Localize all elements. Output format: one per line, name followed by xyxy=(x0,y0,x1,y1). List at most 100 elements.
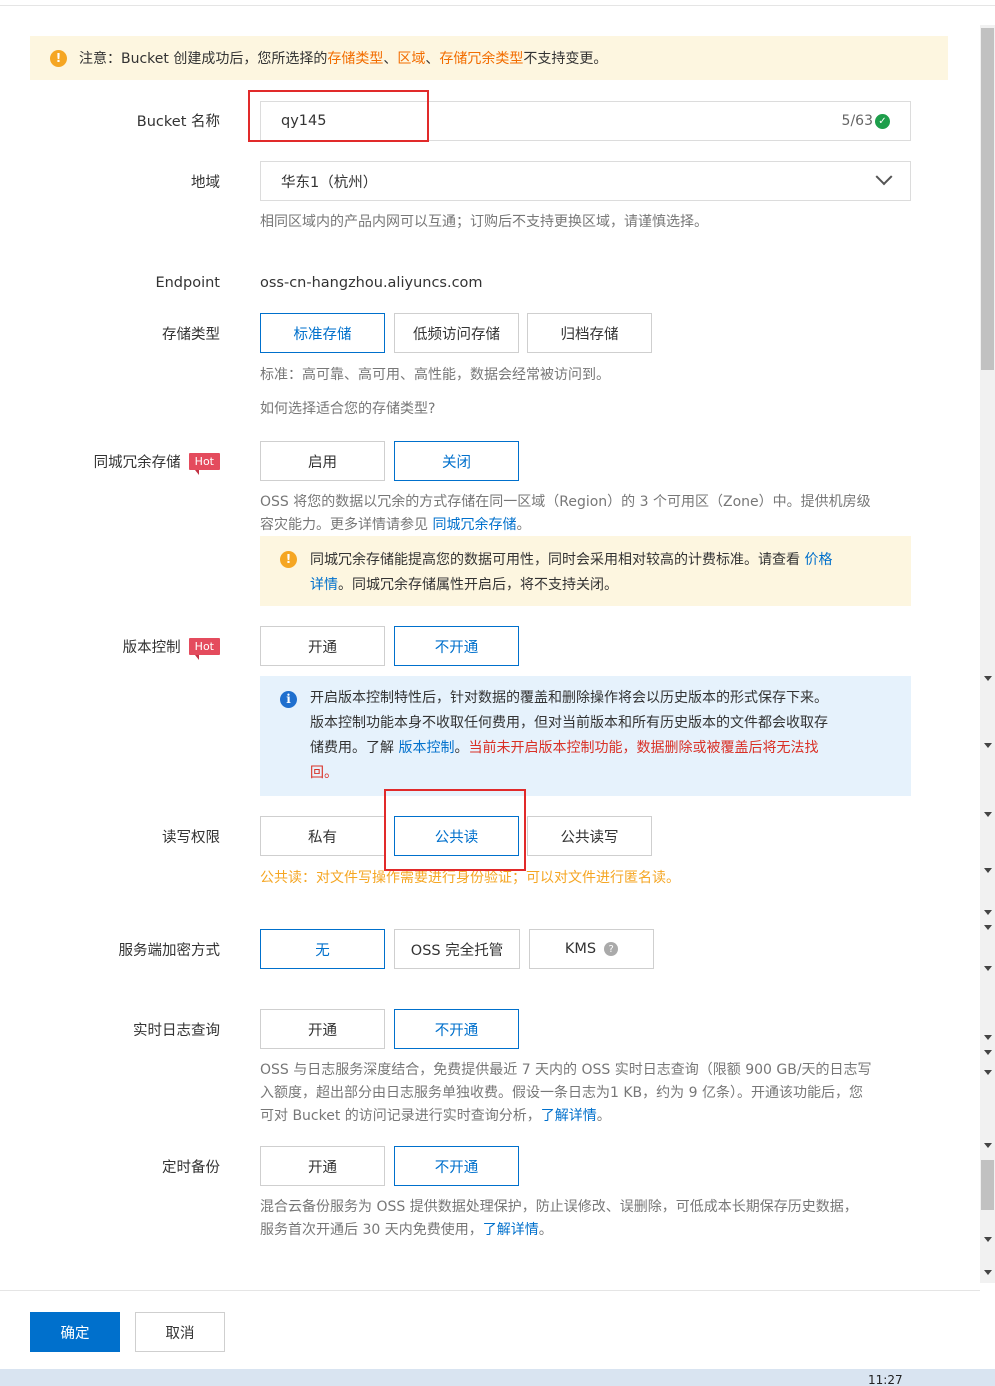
versioning-alert-mid: 。 xyxy=(454,740,469,756)
scroll-down-arrow-icon[interactable] xyxy=(984,676,992,681)
notice-sep: 、 xyxy=(425,51,440,67)
versioning-label-text: 版本控制 xyxy=(122,640,181,656)
realtime-log-enable[interactable]: 开通 xyxy=(260,1009,385,1049)
taskbar xyxy=(0,1369,995,1386)
scroll-down-arrow-icon[interactable] xyxy=(984,966,992,971)
scroll-down-arrow-icon[interactable] xyxy=(984,925,992,930)
storage-option-infrequent[interactable]: 低频访问存储 xyxy=(394,313,519,353)
scroll-down-arrow-icon[interactable] xyxy=(984,1143,992,1148)
versioning-disable[interactable]: 不开通 xyxy=(394,626,519,666)
versioning-alert-line3: 储费用。了解 版本控制。当前未开启版本控制功能，数据删除或被覆盖后将无法找 xyxy=(310,736,891,761)
zone-redundancy-label: 同城冗余存储 Hot xyxy=(93,451,220,475)
confirm-button[interactable]: 确定 xyxy=(30,1312,120,1352)
zone-redundancy-alert: ! 同城冗余存储能提高您的数据可用性，同时会采用相对较高的计费标准。请查看 价格… xyxy=(260,536,911,606)
realtime-log-label-text: 实时日志查询 xyxy=(133,1023,220,1039)
check-icon: ✓ xyxy=(875,113,890,129)
zone-redundancy-help: OSS 将您的数据以冗余的方式存储在同一区域（Region）的 3 个可用区（Z… xyxy=(260,491,871,537)
versioning-alert-red2: 回。 xyxy=(310,765,338,781)
endpoint-label-text: Endpoint xyxy=(155,275,220,291)
zone-redundancy-label-text: 同城冗余存储 xyxy=(93,455,181,471)
kms-label: KMS xyxy=(564,941,597,957)
zone-alert-line1: 同城冗余存储能提高您的数据可用性，同时会采用相对较高的计费标准。请查看 价格 xyxy=(310,548,891,573)
backup-disable[interactable]: 不开通 xyxy=(394,1146,519,1186)
price-details-link[interactable]: 详情 xyxy=(310,577,338,593)
storage-option-standard[interactable]: 标准存储 xyxy=(260,313,385,353)
scrollbar-thumb[interactable] xyxy=(981,28,994,370)
region-value: 华东1（杭州） xyxy=(281,174,378,191)
scroll-down-arrow-icon[interactable] xyxy=(984,868,992,873)
help-icon[interactable]: ? xyxy=(604,942,619,956)
realtime-log-help: OSS 与日志服务深度结合，免费提供最近 7 天内的 OSS 实时日志查询（限额… xyxy=(260,1059,872,1128)
notice-item-region: 区域 xyxy=(397,51,426,67)
backup-help-prefix: 服务首次开通后 30 天内免费使用， xyxy=(260,1222,483,1238)
zone-alert-line2: 详情。同城冗余存储属性开启后，将不支持关闭。 xyxy=(310,573,891,598)
backup-label: 定时备份 xyxy=(162,1156,220,1177)
notice-banner: ! 注意：Bucket 创建成功后，您所选择的 存储类型 、 区域 、 存储冗余… xyxy=(30,36,948,80)
realtime-help-line1: OSS 与日志服务深度结合，免费提供最近 7 天内的 OSS 实时日志查询（限额… xyxy=(260,1062,872,1078)
storage-type-label-text: 存储类型 xyxy=(162,327,220,343)
zone-help-line1: OSS 将您的数据以冗余的方式存储在同一区域（Region）的 3 个可用区（Z… xyxy=(260,494,871,510)
realtime-log-details-link[interactable]: 了解详情 xyxy=(541,1108,597,1124)
bucket-name-input[interactable]: qy145 5/63 ✓ xyxy=(260,101,911,141)
acl-public-read-write[interactable]: 公共读写 xyxy=(527,816,652,856)
encryption-none[interactable]: 无 xyxy=(260,929,385,969)
realtime-help-end: 。 xyxy=(596,1108,611,1124)
zone-alert-text2: 。同城冗余存储属性开启后，将不支持关闭。 xyxy=(338,577,618,593)
acl-warning: 公共读：对文件写操作需要进行身份验证；可以对文件进行匿名读。 xyxy=(260,870,680,886)
backup-help: 混合云备份服务为 OSS 提供数据处理保护，防止误修改、误删除，可低成本长期保存… xyxy=(260,1196,858,1242)
region-select[interactable]: 华东1（杭州） xyxy=(260,161,911,201)
encryption-label-text: 服务端加密方式 xyxy=(118,943,221,959)
scrollbar-thumb-secondary[interactable] xyxy=(981,1160,994,1210)
encryption-kms[interactable]: KMS ? xyxy=(529,929,654,969)
hot-badge: Hot xyxy=(188,638,220,660)
versioning-doc-link[interactable]: 版本控制 xyxy=(398,740,454,756)
zone-redundancy-enable[interactable]: 启用 xyxy=(260,441,385,481)
zone-redundancy-disable[interactable]: 关闭 xyxy=(394,441,519,481)
scroll-down-arrow-icon[interactable] xyxy=(984,812,992,817)
acl-label: 读写权限 xyxy=(162,826,220,847)
backup-enable[interactable]: 开通 xyxy=(260,1146,385,1186)
scroll-down-arrow-icon[interactable] xyxy=(984,743,992,748)
scroll-down-arrow-icon[interactable] xyxy=(984,1070,992,1075)
notice-item-redundancy: 存储冗余类型 xyxy=(439,51,524,67)
scroll-down-arrow-icon[interactable] xyxy=(984,1050,992,1055)
realtime-help-line2: 入额度，超出部分由日志服务单独收费。假设一条日志为1 KB，约为 9 亿条）。开… xyxy=(260,1085,863,1101)
region-label: 地域 xyxy=(191,171,220,192)
acl-public-read[interactable]: 公共读 xyxy=(394,816,519,856)
versioning-enable[interactable]: 开通 xyxy=(260,626,385,666)
versioning-alert-line1: 开启版本控制特性后，针对数据的覆盖和删除操作将会以历史版本的形式保存下来。 xyxy=(310,690,828,706)
backup-help-line2: 服务首次开通后 30 天内免费使用，了解详情。 xyxy=(260,1219,858,1242)
realtime-log-disable[interactable]: 不开通 xyxy=(394,1009,519,1049)
price-link[interactable]: 价格 xyxy=(804,552,832,568)
scroll-down-arrow-icon[interactable] xyxy=(984,1237,992,1242)
bucket-name-value: qy145 xyxy=(281,113,327,129)
cancel-button[interactable]: 取消 xyxy=(135,1312,225,1352)
zone-redundancy-doc-link[interactable]: 同城冗余存储 xyxy=(432,517,516,533)
realtime-log-label: 实时日志查询 xyxy=(133,1019,220,1040)
notice-sep: 、 xyxy=(383,51,398,67)
endpoint-label: Endpoint xyxy=(155,275,220,291)
versioning-alert: i 开启版本控制特性后，针对数据的覆盖和删除操作将会以历史版本的形式保存下来。 … xyxy=(260,676,911,796)
encryption-oss-managed[interactable]: OSS 完全托管 xyxy=(394,929,520,969)
notice-item-storage-type: 存储类型 xyxy=(327,51,384,67)
storage-option-archive[interactable]: 归档存储 xyxy=(527,313,652,353)
backup-details-link[interactable]: 了解详情 xyxy=(483,1222,539,1238)
encryption-label: 服务端加密方式 xyxy=(119,939,221,960)
chevron-down-icon xyxy=(875,168,893,186)
scroll-down-arrow-icon[interactable] xyxy=(984,1035,992,1040)
zone-alert-text1: 同城冗余存储能提高您的数据可用性，同时会采用相对较高的计费标准。请查看 xyxy=(310,552,805,568)
scroll-down-arrow-icon[interactable] xyxy=(984,1270,992,1275)
bucket-name-label-text: Bucket 名称 xyxy=(136,114,220,130)
scroll-down-arrow-icon[interactable] xyxy=(984,910,992,915)
acl-private[interactable]: 私有 xyxy=(260,816,385,856)
counter-text: 5/63 xyxy=(841,113,873,129)
zone-help-line2: 容灾能力。更多详情请参见 同城冗余存储。 xyxy=(260,514,871,537)
storage-type-help: 标准：高可靠、高可用、高性能，数据会经常被访问到。 xyxy=(260,367,610,383)
realtime-help-line3: 可对 Bucket 的访问记录进行实时查询分析，了解详情。 xyxy=(260,1105,872,1128)
hot-badge: Hot xyxy=(188,453,220,475)
backup-label-text: 定时备份 xyxy=(162,1160,220,1176)
endpoint-value: oss-cn-hangzhou.aliyuncs.com xyxy=(260,275,483,291)
storage-type-guide-link[interactable]: 如何选择适合您的存储类型? xyxy=(260,398,435,421)
zone-help-end: 。 xyxy=(516,517,531,533)
versioning-alert-prefix: 储费用。了解 xyxy=(310,740,399,756)
